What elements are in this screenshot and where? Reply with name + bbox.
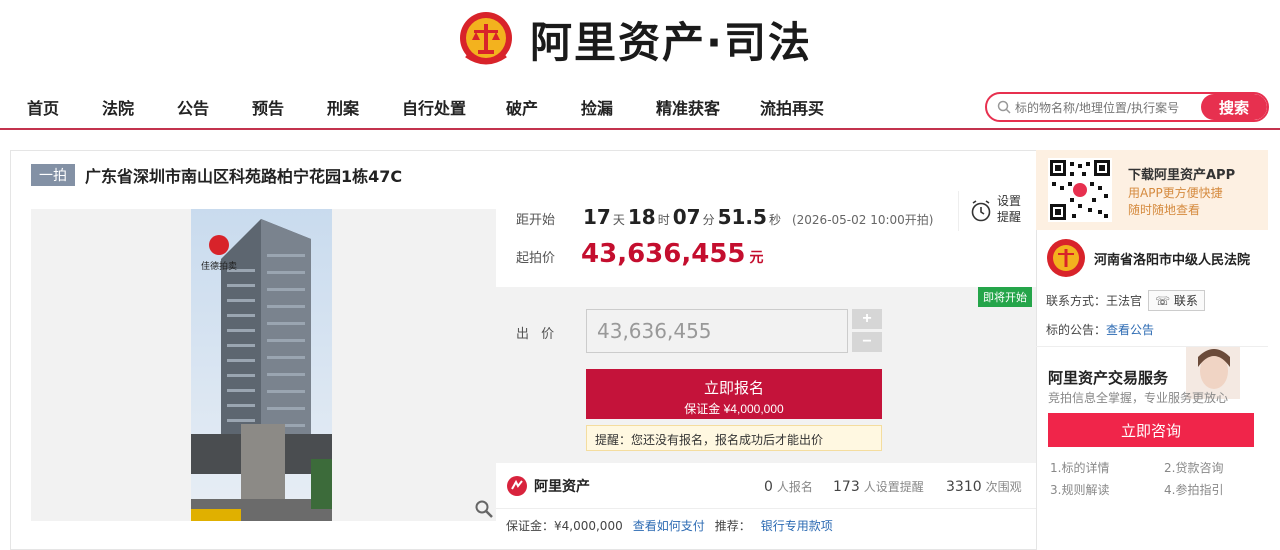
site-logo[interactable]: 阿里资产·司法 bbox=[458, 8, 812, 70]
search-box: 搜索 bbox=[985, 92, 1269, 122]
seconds-unit: 秒 bbox=[768, 213, 781, 227]
property-photo[interactable]: 佳德拍卖 bbox=[191, 209, 332, 521]
bid-panel: 即将开始 出 价 + − 立即报名 保证金 ¥4,000,000 提醒：您还没有… bbox=[496, 287, 1036, 463]
countdown-minutes: 07 bbox=[672, 205, 701, 229]
register-label: 立即报名 bbox=[703, 380, 764, 397]
service-box: 阿里资产交易服务 竞拍信息全掌握，专业服务更放心 立即咨询 1.标的详情 2.贷… bbox=[1036, 346, 1268, 518]
start-time: (2026-05-02 10:00开拍) bbox=[791, 213, 934, 227]
title-row: 一拍 广东省深圳市南山区科苑路柏宁花园1栋47C bbox=[31, 163, 402, 187]
service-link-rules[interactable]: 3.规则解读 bbox=[1050, 481, 1109, 498]
court-name[interactable]: 河南省洛阳市中级人民法院 bbox=[1094, 249, 1250, 268]
countdown: 距开始 17 天 18 时 07 分 51.5 秒 (2026-05-02 10… bbox=[516, 205, 933, 229]
bank-account-link[interactable]: 银行专用款项 bbox=[761, 517, 833, 534]
announcement-label: 标的公告： bbox=[1046, 323, 1107, 337]
qr-code-icon bbox=[1048, 158, 1112, 222]
reminder-button[interactable]: 设置提醒 bbox=[958, 191, 1032, 231]
app-title: 下载阿里资产APP bbox=[1128, 168, 1236, 183]
reminder-count: 173 人设置提醒 bbox=[833, 479, 924, 495]
court-row[interactable]: 河南省洛阳市中级人民法院 bbox=[1046, 238, 1250, 278]
days-unit: 天 bbox=[612, 213, 625, 227]
nav-preview[interactable]: 预告 bbox=[252, 95, 284, 119]
nav-precise-leads[interactable]: 精准获客 bbox=[656, 95, 720, 119]
starting-price: 43,636,455 bbox=[581, 239, 746, 269]
auction-panel: 一拍 广东省深圳市南山区科苑路柏宁花园1栋47C 佳德拍卖 距开始 17 天 1… bbox=[10, 150, 1037, 550]
register-notice: 提醒：您还没有报名，报名成功后才能出价 bbox=[586, 425, 882, 451]
alarm-clock-icon bbox=[971, 200, 991, 222]
nav-bargain[interactable]: 捡漏 bbox=[581, 95, 613, 119]
nav-self-disposal[interactable]: 自行处置 bbox=[402, 95, 466, 119]
countdown-label: 距开始 bbox=[516, 213, 556, 228]
minutes-unit: 分 bbox=[702, 213, 715, 227]
countdown-days: 17 bbox=[583, 205, 611, 229]
nav-announcement[interactable]: 公告 bbox=[177, 95, 209, 119]
view-count: 3310 次围观 bbox=[946, 479, 1022, 495]
service-link-loan[interactable]: 2.贷款咨询 bbox=[1164, 459, 1223, 476]
search-input[interactable] bbox=[1015, 97, 1195, 119]
court-emblem-icon bbox=[1047, 239, 1085, 277]
nav-home[interactable]: 首页 bbox=[27, 95, 59, 119]
bid-label: 出 价 bbox=[516, 327, 559, 342]
app-download-box[interactable]: 下载阿里资产APP 用APP更方便快捷 随时随地查看 bbox=[1036, 150, 1268, 230]
auction-round-tag: 一拍 bbox=[31, 164, 75, 186]
increase-bid-button[interactable]: + bbox=[852, 309, 882, 329]
register-button[interactable]: 立即报名 保证金 ¥4,000,000 bbox=[586, 369, 882, 419]
brand-title: 阿里资产·司法 bbox=[530, 17, 812, 67]
service-link-details[interactable]: 1.标的详情 bbox=[1050, 459, 1109, 476]
contact-label: 联系方式：王法官 bbox=[1046, 294, 1143, 308]
starting-price-row: 起拍价 43,636,455 元 bbox=[516, 239, 764, 269]
search-icon bbox=[997, 100, 1011, 114]
court-emblem-icon bbox=[460, 12, 512, 65]
announcement-row: 标的公告：查看公告 bbox=[1046, 321, 1154, 338]
image-gallery[interactable]: 佳德拍卖 bbox=[31, 209, 496, 521]
countdown-seconds: 51.5 bbox=[717, 205, 767, 229]
signup-count: 0 人报名 bbox=[764, 479, 813, 495]
phone-icon: ☏ bbox=[1155, 294, 1171, 308]
starting-price-label: 起拍价 bbox=[516, 251, 556, 266]
ali-assets-text: 阿里资产 bbox=[534, 479, 590, 495]
recommend-label: 推荐： bbox=[714, 519, 751, 533]
right-sidebar: 下载阿里资产APP 用APP更方便快捷 随时随地查看 河南省洛阳市中级人民法院 联… bbox=[1036, 150, 1268, 550]
bid-amount-input[interactable] bbox=[586, 309, 848, 353]
ali-assets-logo: 阿里资产 bbox=[506, 475, 590, 497]
consult-button[interactable]: 立即咨询 bbox=[1048, 413, 1254, 447]
register-deposit: 保证金 ¥4,000,000 bbox=[684, 402, 784, 416]
hours-unit: 时 bbox=[657, 213, 670, 227]
service-subtitle: 竞拍信息全掌握，专业服务更放心 bbox=[1048, 391, 1229, 405]
deposit-label: 保证金：¥4,000,000 bbox=[506, 519, 623, 533]
countdown-hours: 18 bbox=[627, 205, 656, 229]
price-unit: 元 bbox=[749, 250, 764, 266]
service-link-guide[interactable]: 4.参拍指引 bbox=[1164, 481, 1223, 498]
main-nav: 首页 法院 公告 预告 刑案 自行处置 破产 捡漏 精准获客 流拍再买 搜索 bbox=[0, 82, 1280, 130]
stats-row: 阿里资产 0 人报名 173 人设置提醒 3310 次围观 bbox=[496, 463, 1036, 509]
photo-watermark: 佳德拍卖 bbox=[201, 260, 237, 272]
contact-button[interactable]: ☏ 联系 bbox=[1148, 290, 1205, 311]
deposit-row: 保证金：¥4,000,000 查看如何支付 推荐： 银行专用款项 bbox=[506, 517, 833, 534]
app-subtitle: 用APP更方便快捷 随时随地查看 bbox=[1128, 186, 1223, 217]
decrease-bid-button[interactable]: − bbox=[852, 332, 882, 352]
contact-row: 联系方式：王法官 ☏ 联系 bbox=[1046, 290, 1205, 311]
nav-criminal[interactable]: 刑案 bbox=[327, 95, 359, 119]
zoom-icon[interactable] bbox=[474, 499, 494, 519]
ali-assets-icon bbox=[507, 476, 527, 496]
view-announcement-link[interactable]: 查看公告 bbox=[1106, 323, 1154, 337]
search-button[interactable]: 搜索 bbox=[1201, 94, 1267, 120]
status-badge: 即将开始 bbox=[978, 287, 1032, 307]
nav-bankruptcy[interactable]: 破产 bbox=[506, 95, 538, 119]
how-to-pay-link[interactable]: 查看如何支付 bbox=[633, 517, 705, 534]
item-title: 广东省深圳市南山区科苑路柏宁花园1栋47C bbox=[85, 167, 403, 186]
nav-rebuy[interactable]: 流拍再买 bbox=[760, 95, 824, 119]
service-title: 阿里资产交易服务 bbox=[1048, 369, 1169, 387]
reminder-label: 设置提醒 bbox=[997, 194, 1022, 224]
nav-court[interactable]: 法院 bbox=[102, 95, 134, 119]
site-header: 阿里资产·司法 bbox=[0, 0, 1280, 82]
